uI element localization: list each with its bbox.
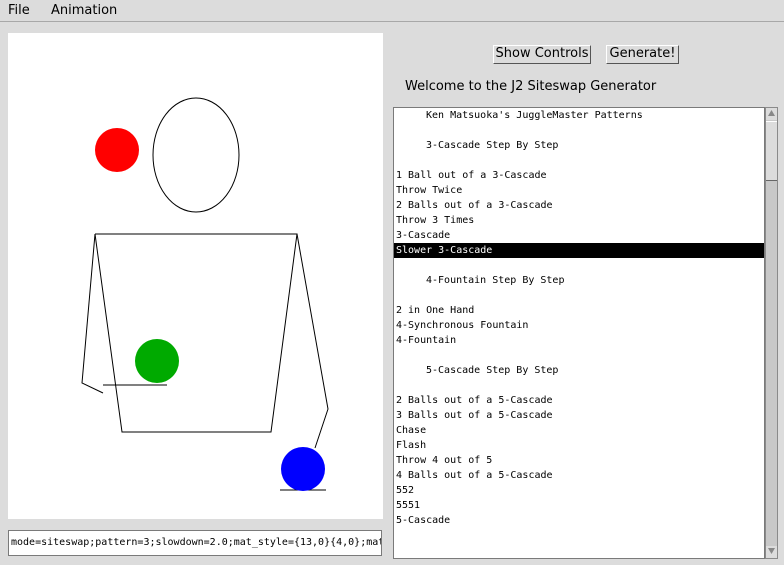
list-item[interactable]: 4-Synchronous Fountain (394, 318, 764, 333)
list-item[interactable]: Throw 4 out of 5 (394, 453, 764, 468)
juggler-head (152, 97, 240, 213)
menu-file[interactable]: File (6, 3, 32, 19)
green-ball (135, 339, 179, 383)
show-controls-button[interactable]: Show Controls (493, 45, 591, 64)
list-item[interactable]: 5-Cascade (394, 513, 764, 528)
juggler-right-arm (296, 233, 329, 449)
list-item[interactable]: Throw 3 Times (394, 213, 764, 228)
scroll-thumb[interactable] (766, 121, 777, 181)
list-item[interactable]: Slower 3-Cascade (394, 243, 764, 258)
list-item[interactable]: 3 Balls out of a 5-Cascade (394, 408, 764, 423)
list-item[interactable]: 4 Balls out of a 5-Cascade (394, 468, 764, 483)
list-item[interactable]: 4-Fountain (394, 333, 764, 348)
welcome-label: Welcome to the J2 Siteswap Generator (405, 79, 657, 94)
pattern-list[interactable]: Ken Matsuoka's JuggleMaster Patterns 3-Ca… (393, 107, 765, 559)
list-item[interactable]: 2 in One Hand (394, 303, 764, 318)
menu-animation[interactable]: Animation (49, 3, 119, 19)
list-item[interactable]: Flash (394, 438, 764, 453)
scroll-down-arrow-icon[interactable] (766, 546, 777, 558)
list-item[interactable]: 3-Cascade (394, 228, 764, 243)
juggler-torso (94, 233, 298, 433)
list-item[interactable]: Throw Twice (394, 183, 764, 198)
list-item[interactable]: 5551 (394, 498, 764, 513)
menu-bar: File Animation (0, 0, 784, 22)
pattern-config-field[interactable]: mode=siteswap;pattern=3;slowdown=2.0;mat… (8, 530, 382, 556)
list-item[interactable]: 1 Ball out of a 3-Cascade (394, 168, 764, 183)
juggler-left-arm (81, 233, 104, 394)
blue-ball (281, 447, 325, 491)
list-section-header[interactable]: 4-Fountain Step By Step (394, 273, 764, 288)
scroll-up-arrow-icon[interactable] (766, 108, 777, 120)
list-section-header[interactable]: Ken Matsuoka's JuggleMaster Patterns (394, 108, 764, 123)
juggler-animation-canvas[interactable] (8, 33, 383, 519)
list-item[interactable]: Chase (394, 423, 764, 438)
list-section-header[interactable]: 3-Cascade Step By Step (394, 138, 764, 153)
red-ball (95, 128, 139, 172)
juggler-figure (81, 97, 329, 491)
list-item[interactable]: 2 Balls out of a 5-Cascade (394, 393, 764, 408)
pattern-list-scrollbar[interactable] (765, 107, 778, 559)
list-item[interactable]: 2 Balls out of a 3-Cascade (394, 198, 764, 213)
generate-button[interactable]: Generate! (606, 45, 679, 64)
list-section-header[interactable]: 5-Cascade Step By Step (394, 363, 764, 378)
list-item[interactable]: 552 (394, 483, 764, 498)
